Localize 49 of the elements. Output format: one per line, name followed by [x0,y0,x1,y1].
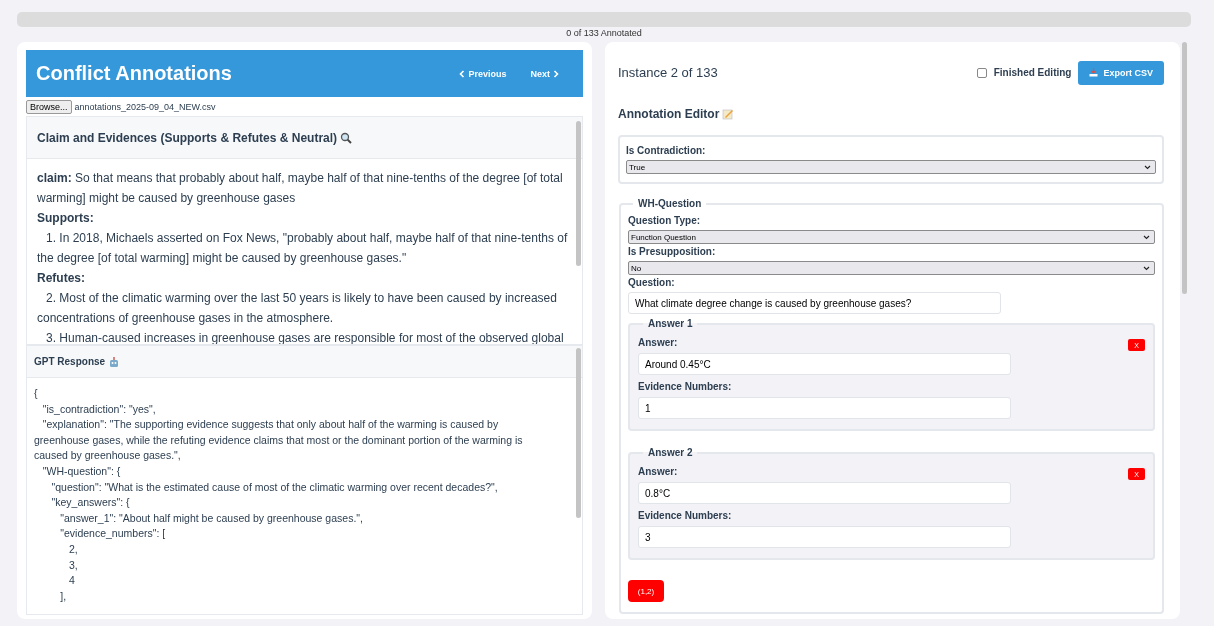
evidence-text: 3. Human-caused increases in greenhouse gases are responsible for most of the observed global [45,330,565,344]
question-field[interactable]: What climate degree change is caused by greenhouse gases? [628,292,1001,314]
group-legend: WH-Question [633,198,707,209]
field-label: Answer: [638,337,678,348]
download-icon [1089,68,1099,77]
field-label: Is Contradiction: [626,145,706,156]
evidence-field[interactable]: 1 [638,397,1011,419]
section-heading: Supports: [37,210,95,227]
chevron-left-icon [459,69,466,78]
search-icon [340,131,353,144]
answer-field[interactable]: 0.8°C [638,482,1011,504]
field-label: Evidence Numbers: [638,381,732,392]
memo-icon [722,108,735,120]
evidence-field[interactable]: 3 [638,526,1011,548]
caret-icon [1144,164,1151,170]
contradiction-select[interactable]: True [626,160,1156,174]
group-legend: Answer 2 [643,447,698,458]
browse-button[interactable]: Browse... [26,99,72,114]
instance-counter: Instance 2 of 133 [618,65,719,80]
robot-icon [108,355,121,368]
caret-icon [1143,234,1150,240]
section-heading: Refutes: [37,270,86,287]
evidence-text: 1. In 2018, Michaels asserted on Fox News, "probably about half, maybe half of that nine-tenths of the degree [of total warming] might be caused by greenhouse gases." [37,230,569,267]
scrollbar[interactable] [576,348,581,518]
scrollbar[interactable] [576,121,581,266]
app-title: Conflict Annotations [36,62,233,85]
json-response: { "is_contradiction": "yes", "explanation": "The supporting evidence suggests that only about half of the warming is caused by greenhouse gases, while the refuting evidence claims that most or the dominant portion of the warming is caused by greenhouse gases.", "WH-question": { "question": "What is the estimated cause of most of the climatic warming over recent decades?", "key_answers": { "answer_1": "About half might be caused by greenhouse gases.", "evidence_numbers": [ 2, 3, 4 ], [33,386,524,604]
answer-field[interactable]: Around 0.45°C [638,353,1011,375]
section-title: Annotation Editor [618,107,720,121]
evidence-text: 2. Most of the climatic warming over the last 50 years is likely to have been caused by increased concentrations of greenhouse gases in the atmosphere. [37,290,558,327]
pair-button[interactable]: (1,2) [628,580,664,602]
group-legend: Answer 1 [643,318,698,329]
claim-text: claim: So that means that probably about half, maybe half of that nine-tenths of the degree [of total warming] might be caused by greenhouse gases [37,170,564,207]
caret-icon [1143,265,1150,271]
question-type-select[interactable]: Function Question [628,230,1155,244]
panel-title: Claim and Evidences (Supports & Refutes & Neutral) [37,130,338,145]
chevron-right-icon [553,69,559,78]
field-label: Is Presupposition: [628,246,716,257]
finished-checkbox[interactable] [976,67,987,78]
checkbox-label: Finished Editing [993,67,1072,78]
field-label: Evidence Numbers: [638,510,732,521]
file-name: annotations_2025-09_04_NEW.csv [74,101,216,112]
field-label: Answer: [638,466,678,477]
presupposition-select[interactable]: No [628,261,1155,275]
panel-title: GPT Response [34,356,106,367]
progress-label: 0 of 133 Annotated [566,28,642,38]
field-label: Question: [628,277,675,288]
field-label: Question Type: [628,215,701,226]
scrollbar[interactable] [1182,42,1187,294]
